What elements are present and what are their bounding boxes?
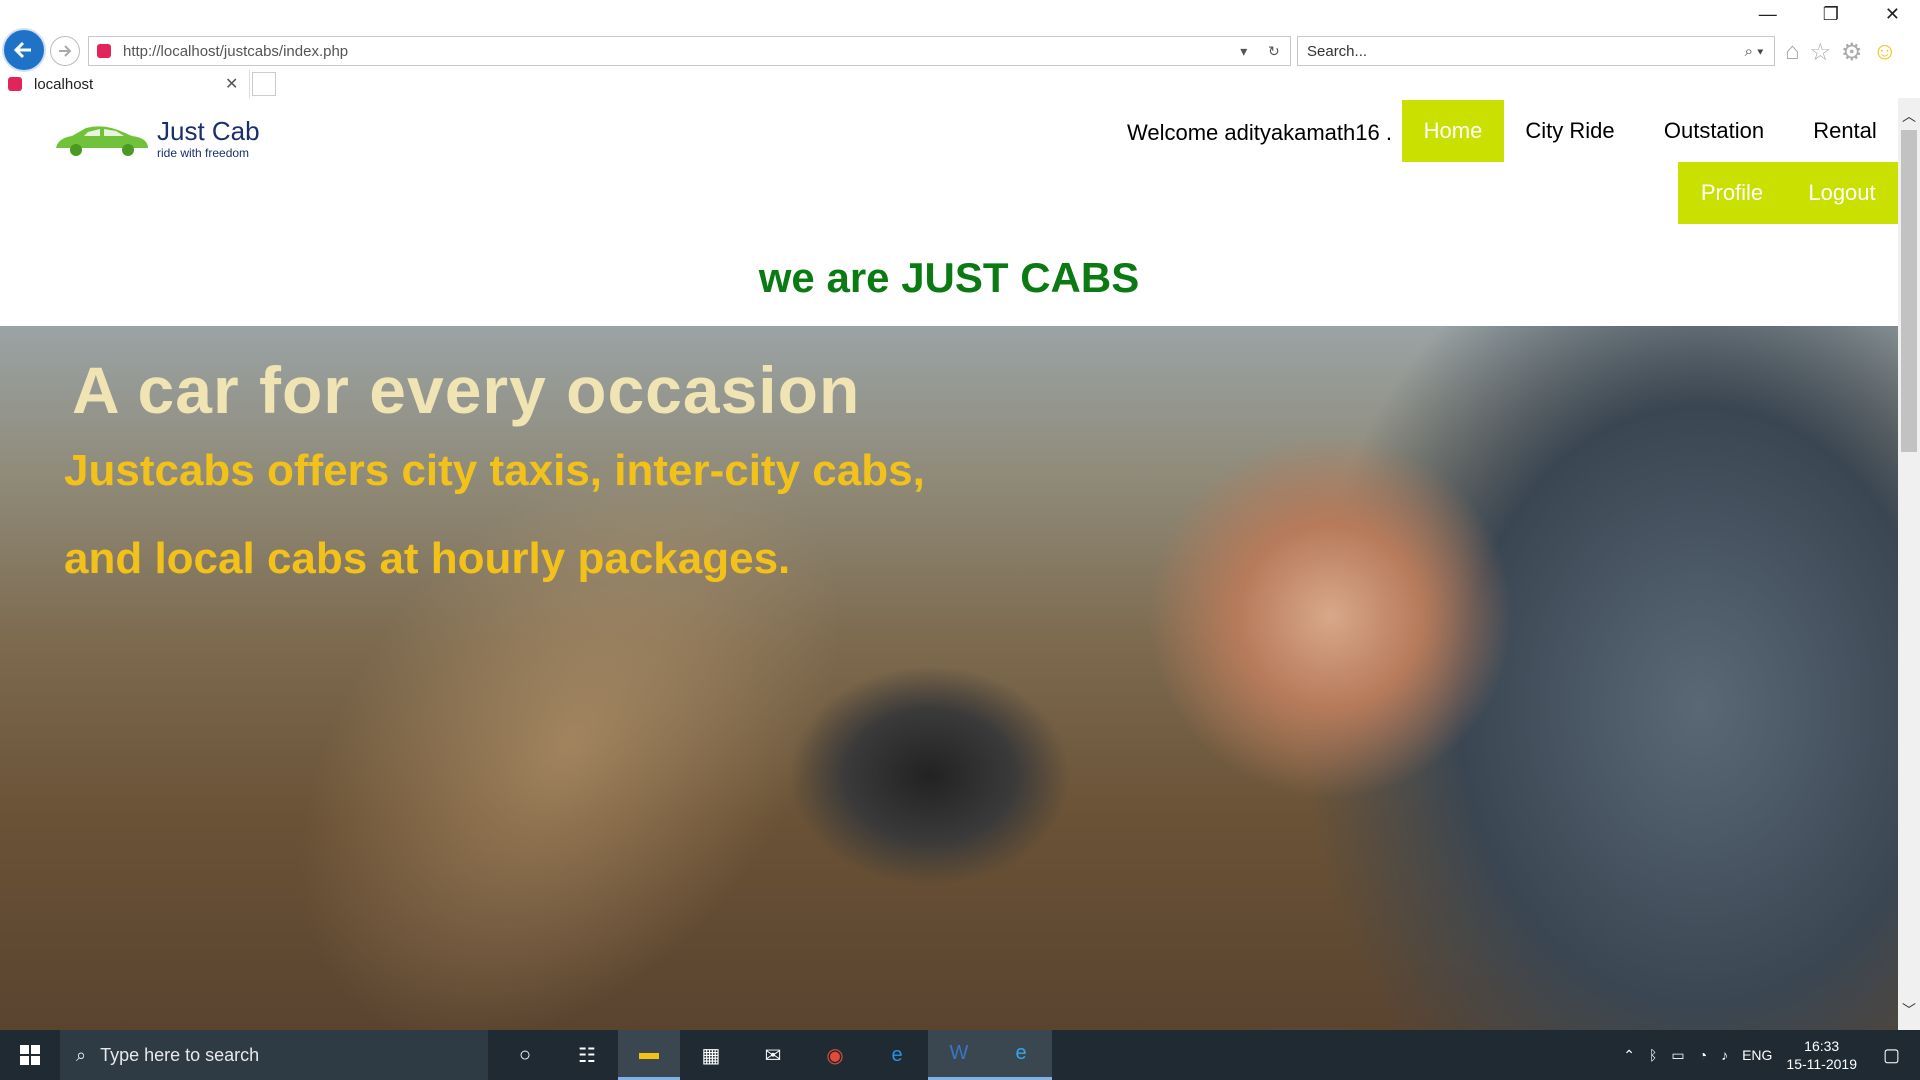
scroll-thumb[interactable] — [1901, 130, 1917, 452]
tab-close-icon[interactable]: ✕ — [225, 74, 249, 94]
nav-city-ride[interactable]: City Ride — [1504, 100, 1636, 162]
restore-icon[interactable]: ❐ — [1823, 4, 1839, 25]
tab-favicon-icon — [8, 77, 22, 91]
star-icon[interactable]: ☆ — [1810, 38, 1832, 67]
task-view-icon[interactable]: ☷ — [556, 1030, 618, 1080]
nav-logout[interactable]: Logout — [1786, 162, 1898, 224]
start-button[interactable] — [0, 1030, 60, 1080]
clock-time: 16:33 — [1804, 1038, 1840, 1054]
back-button[interactable] — [2, 28, 46, 72]
hero-banner: A car for every occasion Justcabs offers… — [0, 326, 1898, 1030]
file-explorer-icon[interactable]: ▬ — [618, 1030, 680, 1080]
browser-search-box[interactable]: Search... ⌕ ▾ — [1297, 36, 1775, 66]
close-icon[interactable]: ✕ — [1885, 4, 1900, 25]
nav-rental[interactable]: Rental — [1792, 100, 1898, 162]
address-bar[interactable]: http://localhost/justcabs/index.php ▾ ↻ — [88, 36, 1291, 66]
edge-icon[interactable]: e — [866, 1030, 928, 1080]
browser-toolbar-icons: ⌂ ☆ ⚙ ☺ — [1785, 38, 1897, 67]
taskbar-search-placeholder[interactable]: Type here to search — [100, 1045, 259, 1066]
web-page: Just Cab ride with freedom Welcome adity… — [0, 98, 1898, 1030]
search-icon[interactable]: ⌕ ▾ — [1734, 43, 1774, 60]
system-tray: ⌃ ᛒ ▭ ◔ ♪ ENG 16:33 15-11-2019 ▢ — [1623, 1030, 1920, 1080]
new-tab-button[interactable] — [252, 72, 276, 96]
language-indicator[interactable]: ENG — [1742, 1047, 1772, 1063]
scroll-up-icon[interactable]: ︿ — [1898, 106, 1920, 128]
smiley-icon[interactable]: ☺ — [1873, 38, 1898, 67]
minimize-icon[interactable]: — — [1759, 4, 1777, 25]
arrow-left-icon — [13, 41, 31, 59]
wifi-icon[interactable]: ◔ — [1699, 1047, 1707, 1063]
logo-name: Just Cab — [157, 116, 260, 146]
page-scrollbar[interactable]: ︿ ﹀ — [1898, 98, 1920, 1030]
cortana-icon[interactable]: ○ — [494, 1030, 556, 1080]
scroll-down-icon[interactable]: ﹀ — [1898, 1000, 1920, 1022]
clock-date: 15-11-2019 — [1786, 1056, 1857, 1072]
clock[interactable]: 16:33 15-11-2019 — [1786, 1037, 1857, 1073]
nav-profile[interactable]: Profile — [1678, 162, 1786, 224]
windows-icon — [20, 1045, 40, 1065]
address-url[interactable]: http://localhost/justcabs/index.php — [123, 43, 1230, 60]
site-favicon-icon — [97, 44, 111, 58]
dropdown-arrow-icon[interactable]: ▾ — [1240, 43, 1247, 60]
taskbar-search[interactable]: ⌕ Type here to search — [60, 1030, 488, 1080]
search-icon: ⌕ — [76, 1044, 87, 1065]
mail-icon[interactable]: ✉ — [742, 1030, 804, 1080]
hero-title: A car for every occasion — [72, 353, 861, 427]
gear-icon[interactable]: ⚙ — [1841, 38, 1863, 67]
volume-icon[interactable]: ♪ — [1721, 1047, 1728, 1063]
car-logo-icon — [56, 126, 148, 156]
forward-button[interactable] — [50, 36, 80, 66]
store-icon[interactable]: ▦ — [680, 1030, 742, 1080]
tray-chevron-icon[interactable]: ⌃ — [1623, 1047, 1635, 1064]
page-heading: we are JUST CABS — [758, 254, 1140, 301]
browser-tab[interactable]: localhost ✕ — [0, 70, 250, 98]
taskbar-apps: ○ ☷ ▬ ▦ ✉ ◉ e W e — [494, 1030, 1052, 1080]
battery-icon[interactable]: ▭ — [1671, 1047, 1684, 1064]
home-icon[interactable]: ⌂ — [1785, 38, 1800, 67]
arrow-right-icon — [59, 45, 72, 57]
tab-title: localhost — [34, 75, 94, 93]
nav-outstation[interactable]: Outstation — [1636, 100, 1792, 162]
browser-chrome: http://localhost/justcabs/index.php ▾ ↻ … — [0, 0, 1920, 98]
windows-taskbar: ⌕ Type here to search ○ ☷ ▬ ▦ ✉ ◉ e W e … — [0, 1030, 1920, 1080]
bluetooth-icon[interactable]: ᛒ — [1649, 1047, 1657, 1063]
window-controls: — ❐ ✕ — [1759, 4, 1900, 25]
internet-explorer-icon[interactable]: e — [990, 1030, 1052, 1080]
notifications-icon[interactable]: ▢ — [1883, 1045, 1900, 1066]
logo-tagline: ride with freedom — [157, 146, 250, 160]
site-logo[interactable]: Just Cab ride with freedom — [52, 108, 262, 166]
word-icon[interactable]: W — [928, 1030, 990, 1080]
welcome-text: Welcome adityakamath16 . — [1127, 120, 1392, 145]
hero-line-1: Justcabs offers city taxis, inter-city c… — [64, 446, 925, 495]
nav-home[interactable]: Home — [1402, 100, 1504, 162]
chrome-icon[interactable]: ◉ — [804, 1030, 866, 1080]
hero-line-2: and local cabs at hourly packages. — [64, 534, 791, 583]
search-placeholder[interactable]: Search... — [1307, 43, 1734, 60]
refresh-icon[interactable]: ↻ — [1268, 43, 1280, 60]
